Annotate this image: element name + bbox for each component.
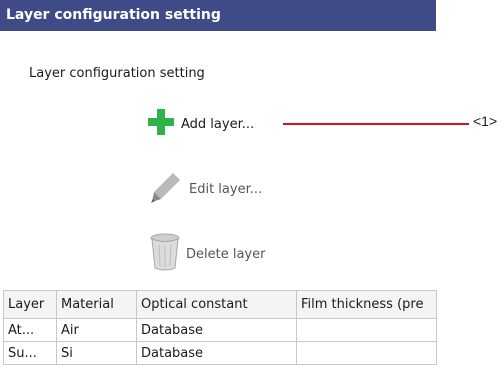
cell-material: Si: [56, 341, 137, 365]
window-title: Layer configuration setting: [0, 0, 436, 31]
table-header-row: Layer Material Optical constant Film thi…: [3, 290, 437, 319]
section-label: Layer configuration setting: [29, 66, 205, 81]
table-row[interactable]: At... Air Database: [3, 318, 437, 342]
cell-layer: At...: [3, 318, 57, 342]
column-header-layer[interactable]: Layer: [3, 290, 57, 319]
cell-optical-constant: Database: [136, 318, 297, 342]
add-layer-button[interactable]: Add layer...: [147, 108, 254, 140]
callout-label: <1>: [473, 113, 498, 129]
add-layer-label: Add layer...: [181, 116, 255, 132]
edit-layer-button[interactable]: Edit layer...: [149, 170, 262, 208]
pencil-icon: [149, 170, 183, 208]
table-row[interactable]: Su... Si Database: [3, 341, 437, 365]
cell-material: Air: [56, 318, 137, 342]
layer-table: Layer Material Optical constant Film thi…: [3, 290, 437, 365]
trash-icon: [150, 233, 180, 275]
cell-film-thickness: [296, 318, 437, 342]
delete-layer-label: Delete layer: [186, 246, 266, 262]
column-header-film-thickness[interactable]: Film thickness (pre: [296, 290, 437, 319]
cell-layer: Su...: [3, 341, 57, 365]
cell-film-thickness: [296, 341, 437, 365]
delete-layer-button[interactable]: Delete layer: [150, 233, 265, 275]
column-header-optical-constant[interactable]: Optical constant: [136, 290, 297, 319]
column-header-material[interactable]: Material: [56, 290, 137, 319]
cell-optical-constant: Database: [136, 341, 297, 365]
callout-line: [283, 123, 469, 125]
plus-icon: [147, 108, 175, 140]
edit-layer-label: Edit layer...: [189, 181, 263, 197]
